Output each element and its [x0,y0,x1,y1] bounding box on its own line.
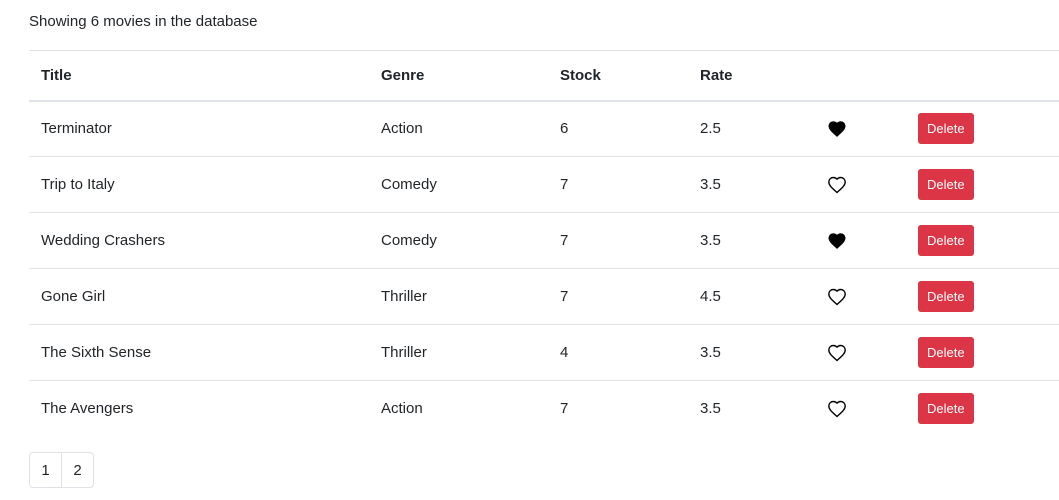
delete-button[interactable]: Delete [918,225,974,256]
movie-title: Terminator [29,100,369,157]
heart-outline-icon[interactable] [827,175,847,195]
movies-count-summary: Showing 6 movies in the database [29,13,258,30]
delete-button[interactable]: Delete [918,393,974,425]
movie-title: Trip to Italy [29,156,369,213]
movie-rate: 2.5 [688,100,808,157]
movie-title: The Avengers [41,400,134,418]
heart-outline-icon[interactable] [827,343,847,363]
column-header-stock[interactable]: Stock [548,50,688,102]
column-header-genre[interactable]: Genre [369,50,548,102]
movie-stock: 7 [548,156,688,213]
table-body: Terminator Action 6 2.5 Delete Trip to Italy C… [29,100,1059,437]
column-header-actions [888,50,1059,102]
page-link-2[interactable]: 2 [61,452,94,488]
movie-stock: 6 [548,100,688,157]
table-row: Trip to Italy Comedy 7 3.5 Delete [29,156,1059,213]
movie-rate: 3.5 [688,324,808,381]
table-row: Wedding Crashers Comedy 7 3.5 Delete [29,212,1059,269]
like-cell [808,100,888,157]
movie-stock: 7 [548,212,688,269]
movie-genre: Comedy [369,156,548,213]
delete-button[interactable]: Delete [918,281,974,312]
column-header-title[interactable]: Title [29,50,369,102]
like-cell [808,324,888,381]
actions-cell: Delete [888,212,1059,269]
column-header-like [808,50,888,102]
movie-rate: 3.5 [700,400,721,418]
actions-cell: Delete [888,100,1059,157]
movie-genre: Action [369,100,548,157]
actions-cell: Delete [888,156,1059,213]
like-cell [808,156,888,213]
movie-genre: Action [381,400,423,418]
movie-title: Gone Girl [29,268,369,325]
delete-button[interactable]: Delete [918,113,974,145]
actions-cell: Delete [888,268,1059,325]
heart-outline-icon[interactable] [827,287,847,307]
table-header: Title Genre Stock Rate [29,50,1059,102]
table-row: The Sixth Sense Thriller 4 3.5 Delete [29,324,1059,381]
movie-genre: Thriller [369,268,548,325]
like-cell [808,268,888,325]
heart-outline-icon[interactable] [827,399,847,419]
movie-genre: Comedy [369,212,548,269]
like-cell [808,381,888,437]
table-header-row: Title Genre Stock Rate [29,50,1059,102]
table-row: Gone Girl Thriller 7 4.5 Delete [29,268,1059,325]
heart-filled-icon[interactable] [827,119,847,139]
actions-cell: Delete [888,381,1059,437]
column-header-rate[interactable]: Rate [688,50,808,102]
movie-stock: 7 [548,268,688,325]
movie-stock: 4 [548,324,688,381]
heart-filled-icon[interactable] [827,231,847,251]
pagination: 12 [29,452,94,488]
movie-title: Wedding Crashers [29,212,369,269]
delete-button[interactable]: Delete [918,169,974,200]
like-cell [808,212,888,269]
table-row: The Avengers Action 7 3.5 Delete [29,381,1059,437]
page-link-1[interactable]: 1 [29,452,62,488]
movie-rate: 4.5 [688,268,808,325]
table-row: Terminator Action 6 2.5 Delete [29,100,1059,157]
movie-rate: 3.5 [688,156,808,213]
movies-table: Title Genre Stock Rate Terminator Action 6… [29,50,1059,437]
movie-rate: 3.5 [688,212,808,269]
actions-cell: Delete [888,324,1059,381]
movie-genre: Thriller [369,324,548,381]
movie-title: The Sixth Sense [29,324,369,381]
movie-stock: 7 [560,400,569,418]
delete-button[interactable]: Delete [918,337,974,368]
